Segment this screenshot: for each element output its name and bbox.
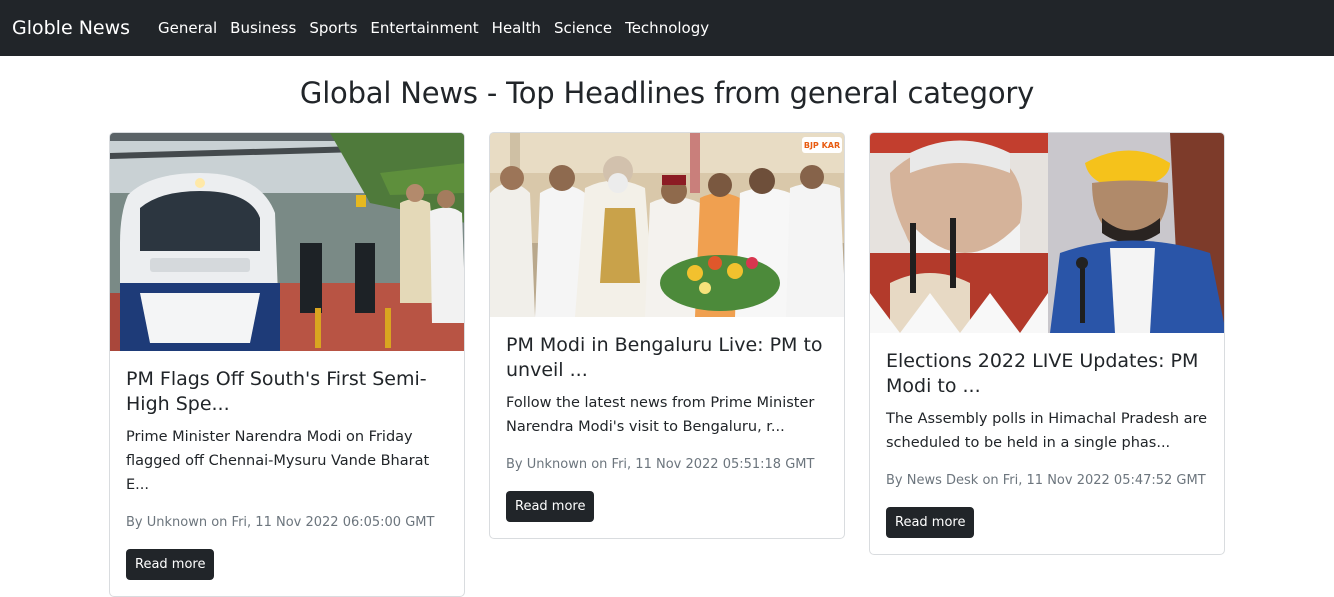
- news-card-meta: By News Desk on Fri, 11 Nov 2022 05:47:5…: [886, 473, 1206, 488]
- news-card-meta: By Unknown on Fri, 11 Nov 2022 05:51:18 …: [506, 457, 815, 472]
- event-stage-image: BJP KAR: [490, 133, 844, 317]
- brand-logo[interactable]: Globle News: [12, 17, 130, 39]
- svg-text:BJP KAR: BJP KAR: [804, 141, 840, 150]
- nav-link-science[interactable]: Science: [554, 19, 612, 37]
- nav-link-health[interactable]: Health: [492, 19, 541, 37]
- news-card-image: BJP KAR: [490, 133, 844, 317]
- news-card-description: Prime Minister Narendra Modi on Friday f…: [126, 429, 430, 493]
- news-card: BJP KAR PM Modi in Bengaluru Live: PM to…: [489, 132, 845, 539]
- news-card-meta: By Unknown on Fri, 11 Nov 2022 06:05:00 …: [126, 515, 435, 530]
- top-navbar: Globle News General Business Sports Ente…: [0, 0, 1334, 56]
- news-card: Elections 2022 LIVE Updates: PM Modi to …: [869, 132, 1225, 555]
- train-flag-off-image: [110, 133, 464, 351]
- news-card-description: Follow the latest news from Prime Minist…: [506, 395, 815, 435]
- news-card-body: PM Flags Off South's First Semi-High Spe…: [110, 351, 464, 596]
- nav-link-business[interactable]: Business: [230, 19, 296, 37]
- read-more-button[interactable]: Read more: [126, 549, 215, 580]
- news-card-title: PM Flags Off South's First Semi-High Spe…: [126, 368, 427, 415]
- page-title: Global News - Top Headlines from general…: [299, 76, 1035, 110]
- read-more-button[interactable]: Read more: [506, 491, 595, 522]
- nav-links: General Business Sports Entertainment He…: [158, 19, 709, 37]
- news-card-title: Elections 2022 LIVE Updates: PM Modi to …: [886, 350, 1199, 397]
- news-card-title: PM Modi in Bengaluru Live: PM to unveil …: [506, 334, 823, 381]
- news-card: PM Flags Off South's First Semi-High Spe…: [109, 132, 465, 597]
- split-portrait-image: [870, 133, 1224, 333]
- nav-link-entertainment[interactable]: Entertainment: [370, 19, 478, 37]
- news-card-image: [110, 133, 464, 351]
- news-card-description: The Assembly polls in Himachal Pradesh a…: [886, 411, 1208, 451]
- nav-link-sports[interactable]: Sports: [309, 19, 357, 37]
- nav-link-technology[interactable]: Technology: [625, 19, 709, 37]
- news-card-body: Elections 2022 LIVE Updates: PM Modi to …: [870, 333, 1224, 554]
- read-more-button[interactable]: Read more: [886, 507, 975, 538]
- nav-link-general[interactable]: General: [158, 19, 217, 37]
- news-card-body: PM Modi in Bengaluru Live: PM to unveil …: [490, 317, 844, 538]
- news-card-image: [870, 133, 1224, 333]
